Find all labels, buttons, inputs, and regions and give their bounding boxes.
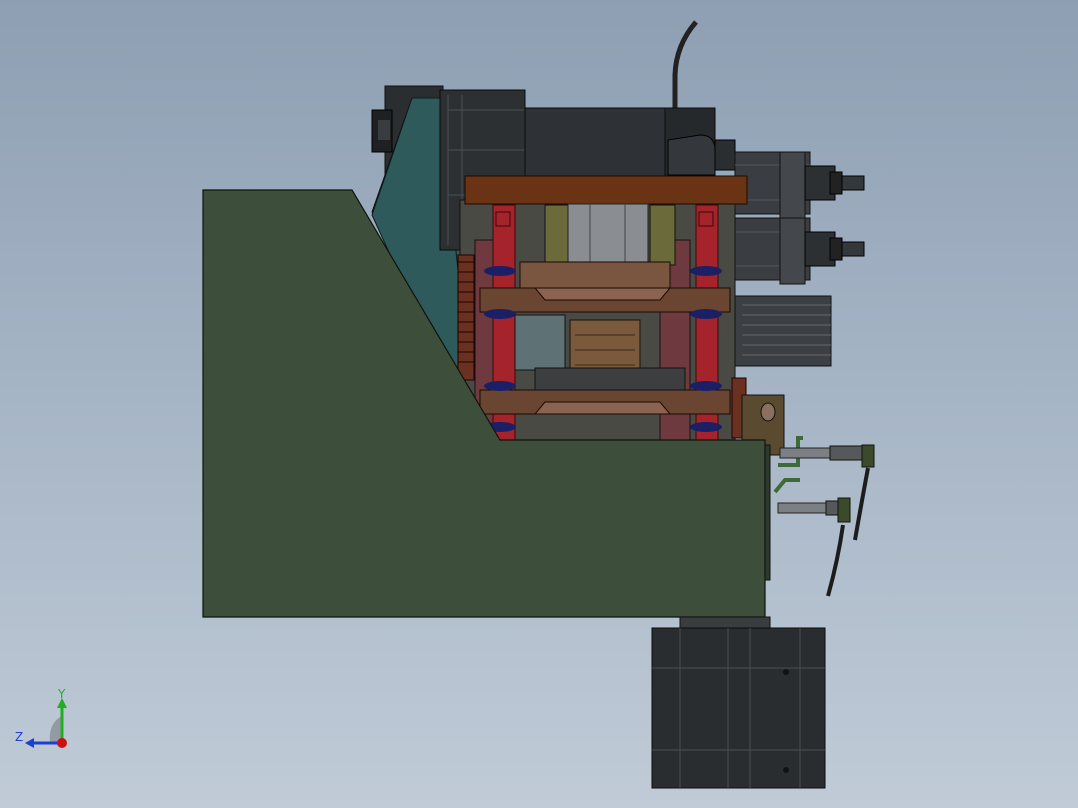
drive-gear — [457, 254, 475, 381]
top-crossbar — [464, 175, 748, 205]
z-axis-label: Z — [15, 730, 23, 744]
finned-actuator — [734, 295, 832, 367]
x-axis-dot — [57, 738, 67, 748]
pneumatic-cylinder-upper — [734, 151, 865, 219]
cad-model-drawing — [202, 20, 875, 789]
y-axis-label: Y — [57, 688, 66, 701]
proximity-sensor-lower — [773, 478, 851, 597]
pneumatic-cylinder-lower — [734, 217, 865, 285]
motor-cable — [672, 20, 698, 108]
orientation-triad: Y Z — [15, 688, 67, 748]
proximity-sensor-upper — [778, 436, 875, 541]
mid-cylinder — [514, 314, 566, 371]
servo-motor-bottom — [651, 616, 826, 789]
cad-viewport[interactable]: Y Z — [0, 0, 1078, 808]
